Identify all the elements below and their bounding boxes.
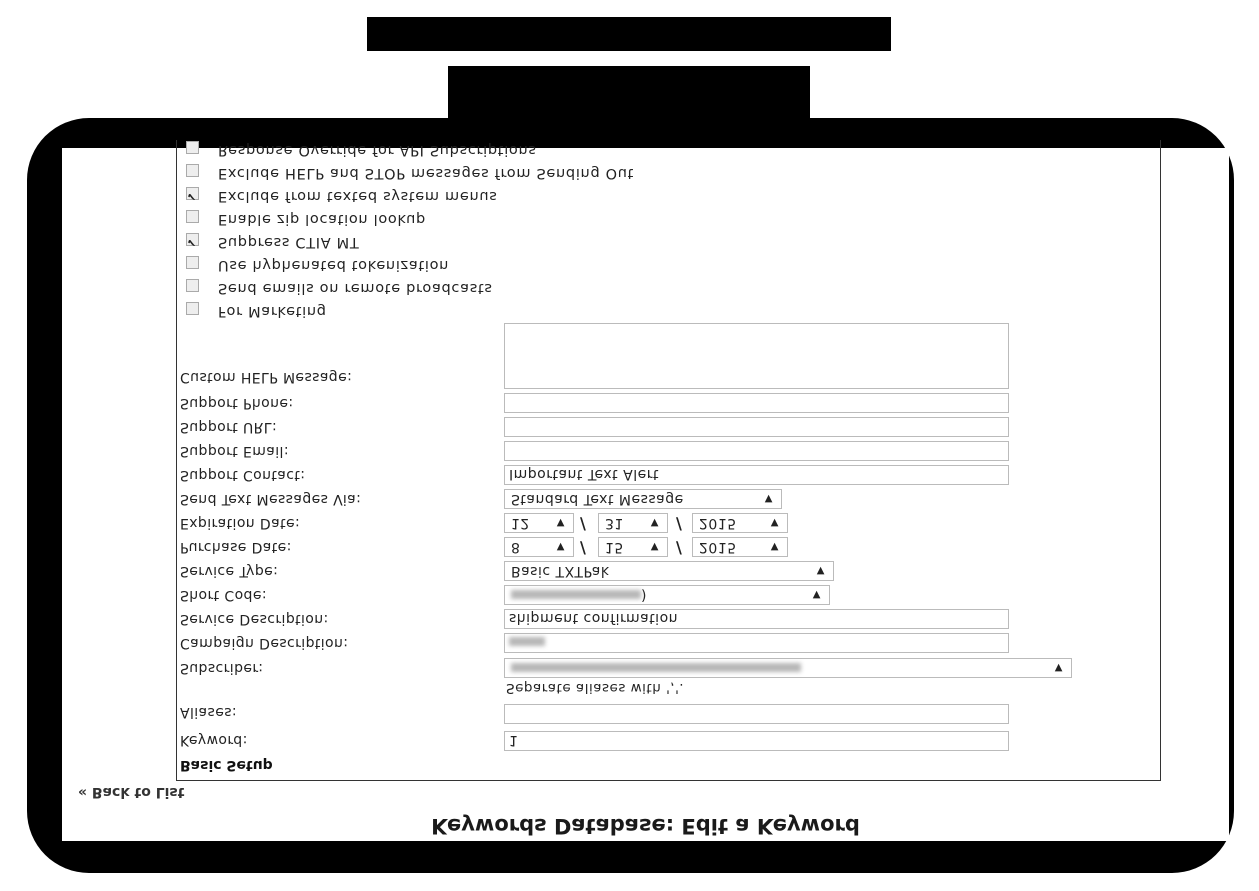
zip-location-lookup-checkbox[interactable] bbox=[186, 210, 199, 223]
checkbox-label: Suppress CTIA MT bbox=[218, 234, 360, 250]
expiration-month-select[interactable]: 12 ▼ bbox=[504, 513, 574, 533]
date-separator: / bbox=[580, 515, 586, 534]
custom-help-label: Custom HELP Message: bbox=[180, 369, 353, 385]
chevron-down-icon: ▼ bbox=[650, 517, 659, 528]
date-separator: / bbox=[676, 539, 682, 558]
redacted-value bbox=[511, 590, 641, 600]
expiration-date-label: Expiration Date: bbox=[180, 515, 301, 531]
frame-top-tab bbox=[448, 66, 810, 146]
campaign-description-label: Campaign Description: bbox=[180, 635, 349, 651]
keyword-input[interactable]: 1 bbox=[504, 731, 1009, 751]
purchase-day-select[interactable]: 15 ▼ bbox=[598, 537, 668, 557]
date-separator: / bbox=[580, 539, 586, 558]
aliases-hint: Separate aliases with ','. bbox=[506, 680, 685, 696]
short-code-label: Short Code: bbox=[180, 587, 267, 603]
chevron-down-icon: ▼ bbox=[770, 517, 779, 528]
service-description-input[interactable]: shipment confirmation bbox=[504, 609, 1009, 629]
checkbox-label: Exclude from texted system menus bbox=[218, 188, 498, 204]
response-override-checkbox[interactable] bbox=[186, 141, 199, 154]
chevron-down-icon: ▼ bbox=[812, 589, 821, 600]
chevron-down-icon: ▼ bbox=[770, 541, 779, 552]
suppress-ctia-mt-checkbox[interactable] bbox=[186, 233, 199, 246]
date-separator: / bbox=[676, 515, 682, 534]
chevron-down-icon: ▼ bbox=[556, 541, 565, 552]
short-code-select[interactable]: ) ▼ bbox=[504, 585, 830, 605]
service-description-label: Service Description: bbox=[180, 611, 329, 627]
chevron-down-icon: ▼ bbox=[650, 541, 659, 552]
checkbox-label: Exclude HELP and STOP messages from Send… bbox=[218, 165, 635, 181]
back-to-list-link[interactable]: « Back to List bbox=[78, 784, 184, 800]
support-url-input[interactable] bbox=[504, 417, 1009, 437]
top-redaction-bar bbox=[367, 17, 891, 51]
checkbox-label: For Marketing bbox=[218, 303, 327, 319]
support-contact-label: Support Contact: bbox=[180, 467, 306, 483]
custom-help-textarea[interactable] bbox=[504, 323, 1009, 389]
support-phone-input[interactable] bbox=[504, 393, 1009, 413]
expiration-day-select[interactable]: 31 ▼ bbox=[598, 513, 668, 533]
chevron-down-icon: ▼ bbox=[764, 493, 773, 504]
redacted-value bbox=[509, 637, 545, 647]
section-title: Basic Setup bbox=[180, 757, 273, 773]
checkbox-label: Response Override for API Subscriptions bbox=[218, 142, 537, 158]
subscriber-label: Subscriber: bbox=[180, 660, 264, 676]
exclude-help-stop-checkbox[interactable] bbox=[186, 164, 199, 177]
purchase-date-label: Purchase Date: bbox=[180, 539, 292, 555]
purchase-month-select[interactable]: 8 ▼ bbox=[504, 537, 574, 557]
subscriber-select[interactable]: ▼ bbox=[504, 658, 1072, 678]
chevron-down-icon: ▼ bbox=[816, 565, 825, 576]
send-emails-remote-broadcasts-checkbox[interactable] bbox=[186, 279, 199, 292]
support-phone-label: Support Phone: bbox=[180, 395, 294, 411]
chevron-down-icon: ▼ bbox=[556, 517, 565, 528]
expiration-year-select[interactable]: 2015 ▼ bbox=[692, 513, 788, 533]
redacted-value bbox=[511, 663, 801, 673]
support-url-label: Support URL: bbox=[180, 419, 278, 435]
support-email-input[interactable] bbox=[504, 441, 1009, 461]
mirrored-content: Keywords Database: Edit a Keyword « Back… bbox=[62, 140, 1229, 841]
support-contact-input[interactable]: Important Text Alert bbox=[504, 465, 1009, 485]
chevron-down-icon: ▼ bbox=[1054, 662, 1063, 673]
hyphenated-tokenization-checkbox[interactable] bbox=[186, 256, 199, 269]
send-via-select[interactable]: Standard Text Message ▼ bbox=[504, 489, 782, 509]
screen: Keywords Database: Edit a Keyword « Back… bbox=[62, 140, 1229, 841]
send-via-label: Send Text Messages Via: bbox=[180, 491, 362, 507]
checkbox-label: Send emails on remote broadcasts bbox=[218, 280, 493, 296]
support-email-label: Support Email: bbox=[180, 443, 289, 459]
service-type-label: Service Type: bbox=[180, 563, 279, 579]
checkbox-label: Enable zip location lookup bbox=[218, 211, 426, 227]
purchase-year-select[interactable]: 2015 ▼ bbox=[692, 537, 788, 557]
checkbox-label: Use hyphenated tokenization bbox=[218, 257, 450, 273]
exclude-system-menus-checkbox[interactable] bbox=[186, 187, 199, 200]
aliases-input[interactable] bbox=[504, 704, 1009, 724]
service-type-select[interactable]: Basic TXTPak ▼ bbox=[504, 561, 834, 581]
aliases-label: Aliases: bbox=[180, 704, 238, 720]
page-title: Keywords Database: Edit a Keyword bbox=[431, 814, 860, 838]
campaign-description-input[interactable] bbox=[504, 633, 1009, 653]
for-marketing-checkbox[interactable] bbox=[186, 302, 199, 315]
keyword-label: Keyword: bbox=[180, 732, 248, 748]
